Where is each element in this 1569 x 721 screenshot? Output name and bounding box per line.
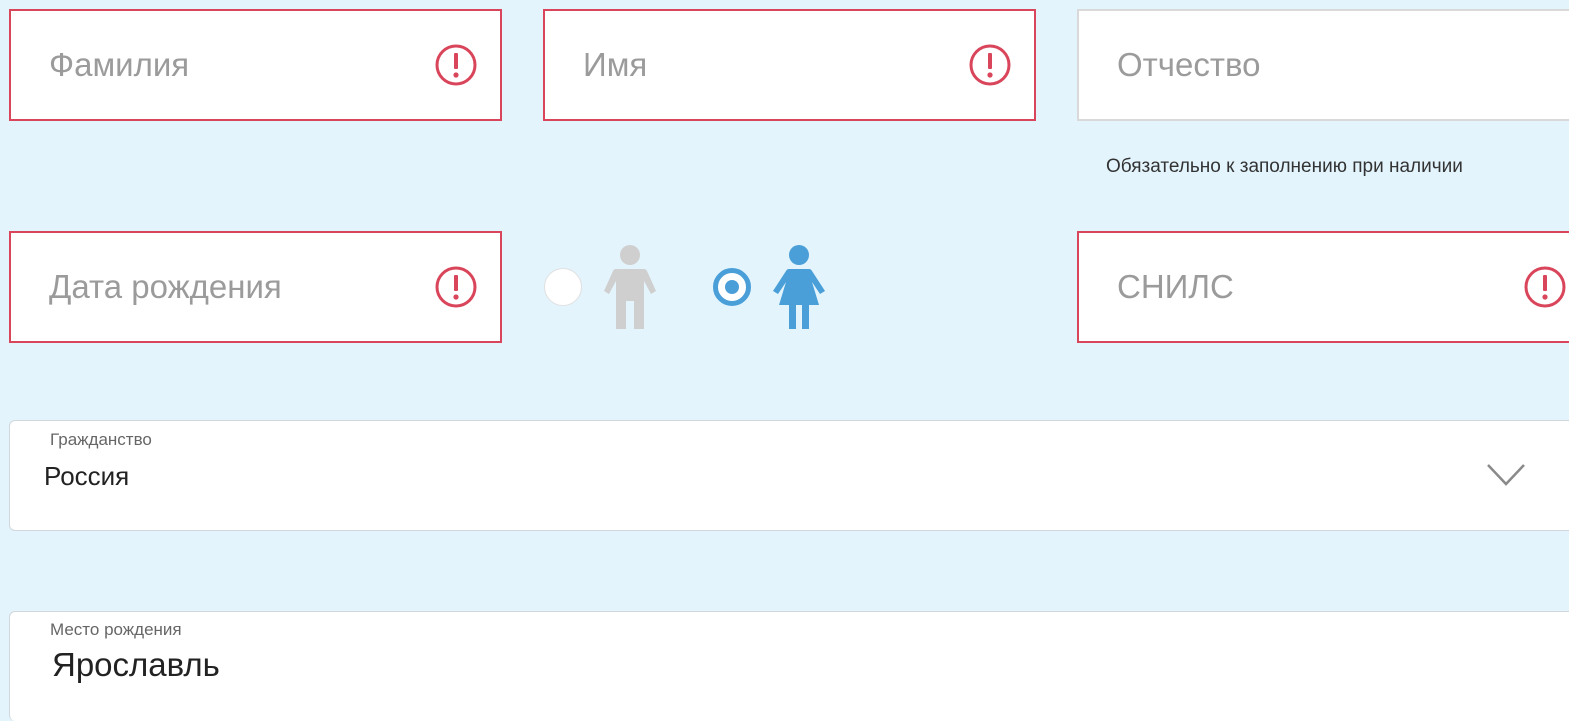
last-name-field[interactable]	[9, 9, 502, 121]
citizenship-select[interactable]: Гражданство Россия	[9, 420, 1569, 531]
exclamation-circle-icon	[969, 44, 1011, 86]
patronymic-field[interactable]	[1077, 9, 1569, 121]
chevron-down-icon[interactable]	[1486, 463, 1526, 487]
gender-male-radio[interactable]	[544, 268, 582, 306]
male-person-icon	[604, 245, 656, 329]
birth-place-field[interactable]: Место рождения Ярославль	[9, 611, 1569, 721]
snils-input[interactable]	[1079, 233, 1569, 341]
first-name-field[interactable]	[543, 9, 1036, 121]
first-name-input[interactable]	[545, 11, 1034, 119]
female-person-icon	[773, 245, 825, 329]
patronymic-hint: Обязательно к заполнению при наличии	[1106, 156, 1463, 177]
snils-field[interactable]	[1077, 231, 1569, 343]
patronymic-input[interactable]	[1079, 11, 1569, 119]
citizenship-value: Россия	[44, 461, 130, 491]
exclamation-circle-icon	[435, 266, 477, 308]
birth-date-field[interactable]	[9, 231, 502, 343]
birth-place-value[interactable]: Ярославль	[52, 646, 220, 684]
exclamation-circle-icon	[435, 44, 477, 86]
birth-date-input[interactable]	[11, 233, 500, 341]
birth-place-label: Место рождения	[50, 620, 182, 639]
last-name-input[interactable]	[11, 11, 500, 119]
gender-female-radio[interactable]	[713, 268, 751, 306]
exclamation-circle-icon	[1524, 266, 1566, 308]
citizenship-label: Гражданство	[50, 430, 152, 449]
